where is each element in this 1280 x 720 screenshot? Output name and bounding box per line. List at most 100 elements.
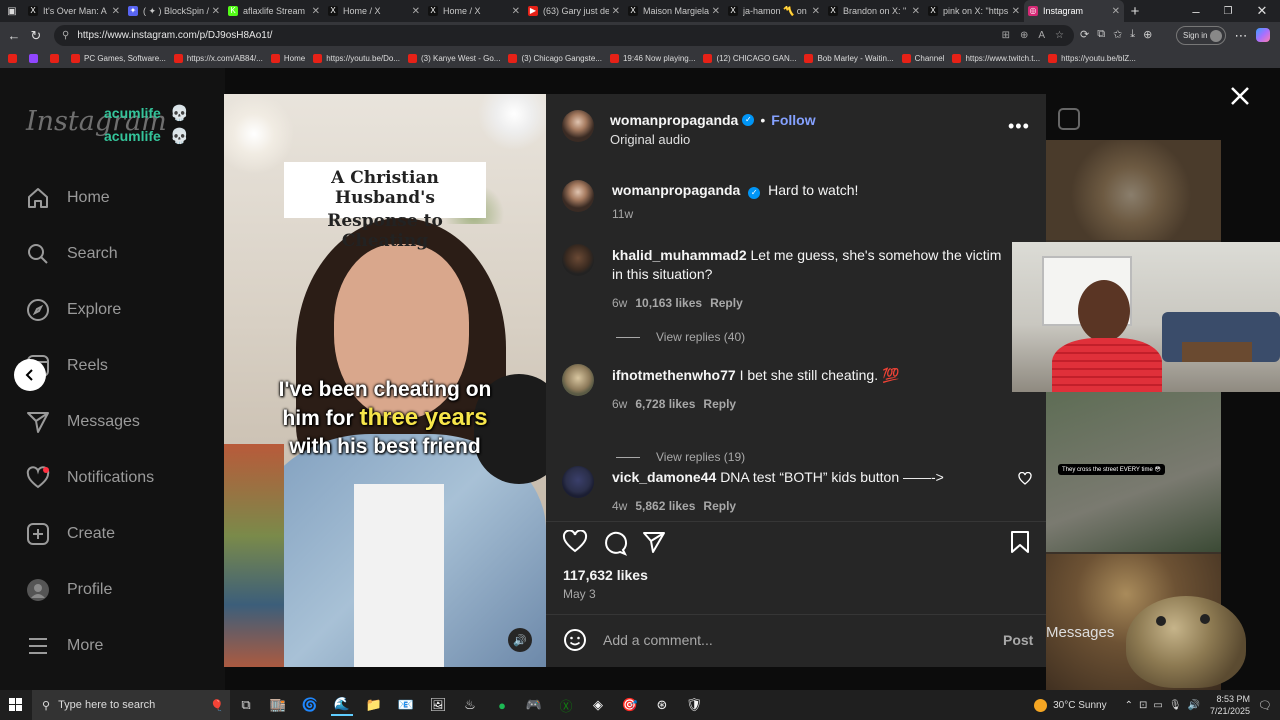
browser-tab[interactable]: X Home / X ✕ xyxy=(424,0,524,22)
comment-likes[interactable]: 5,862 likes xyxy=(635,499,695,513)
comment-likes[interactable]: 10,163 likes xyxy=(635,296,702,310)
split-screen-icon[interactable]: ⧉ xyxy=(1097,28,1105,41)
downloads-icon[interactable]: ⤓ xyxy=(1130,28,1135,41)
windows-start-icon[interactable] xyxy=(5,694,27,716)
comment-icon[interactable] xyxy=(602,530,628,561)
outlook-icon[interactable]: 📧 xyxy=(395,694,417,716)
bookmark-item[interactable]: https://www.twitch.t... xyxy=(952,54,1040,63)
post-video[interactable]: A Christian Husband's Response to Cheati… xyxy=(224,94,546,667)
site-info-icon[interactable]: ⚲ xyxy=(62,30,69,41)
author-avatar[interactable] xyxy=(562,110,594,142)
tab-close-icon[interactable]: ✕ xyxy=(912,6,920,17)
bookmark-item[interactable]: https://youtu.be/blZ... xyxy=(1048,54,1136,63)
like-icon[interactable] xyxy=(562,529,588,559)
menu-icon[interactable]: ⋯ xyxy=(1230,28,1252,44)
browser-tab[interactable]: ◎ Instagram ✕ xyxy=(1024,0,1124,22)
extensions-icon[interactable]: ⟳ xyxy=(1080,28,1089,41)
comment-like-icon[interactable] xyxy=(1018,471,1032,490)
tab-close-icon[interactable]: ✕ xyxy=(512,6,520,17)
tab-close-icon[interactable]: ✕ xyxy=(112,6,120,17)
favorites-icon[interactable]: ✩ xyxy=(1113,28,1122,41)
tray-chevron-icon[interactable]: ⌃ xyxy=(1125,700,1133,711)
steam-icon[interactable]: ♨ xyxy=(459,694,481,716)
bookmark-item[interactable]: PC Games, Software... xyxy=(71,54,166,63)
tab-close-icon[interactable]: ✕ xyxy=(412,6,420,17)
new-tab-button[interactable]: + xyxy=(1124,3,1146,20)
app-icon-3[interactable]: ⊛ xyxy=(651,694,673,716)
share-icon[interactable] xyxy=(642,530,666,559)
comment-input[interactable]: Add a comment... xyxy=(603,632,983,648)
caption-username[interactable]: womanpropaganda xyxy=(612,182,740,198)
bookmark-item[interactable]: https://youtu.be/Do... xyxy=(313,54,400,63)
bookmark-item[interactable]: Home xyxy=(270,54,305,63)
app-icon-2[interactable]: 🎯 xyxy=(619,694,641,716)
comment-username[interactable]: ifnotmethenwho77 xyxy=(612,367,736,383)
tab-close-icon[interactable]: ✕ xyxy=(612,6,620,17)
view-replies-button[interactable]: View replies (40) xyxy=(616,330,745,344)
author-username[interactable]: womanpropaganda xyxy=(610,112,738,128)
sidebar-item-notifications[interactable]: Notifications xyxy=(26,466,154,490)
comment-avatar[interactable] xyxy=(562,466,594,498)
bookmark-favicon-icon[interactable] xyxy=(29,54,42,63)
microphone-icon[interactable]: 🎙 xyxy=(1169,700,1182,711)
background-messages-label[interactable]: Messages xyxy=(1046,624,1114,641)
browser-tab[interactable]: X Brandon on X: " ✕ xyxy=(824,0,924,22)
reply-button[interactable]: Reply xyxy=(703,397,736,411)
reply-button[interactable]: Reply xyxy=(703,499,736,513)
tab-close-icon[interactable]: ✕ xyxy=(712,6,720,17)
caption-avatar[interactable] xyxy=(562,180,594,212)
volume-icon[interactable]: 🔊 xyxy=(1188,700,1200,711)
emoji-icon[interactable] xyxy=(563,628,587,657)
browser-tab[interactable]: ✦ ( ✦ ) BlockSpin / ✕ xyxy=(124,0,224,22)
maximize-icon[interactable]: ❐ xyxy=(1212,6,1244,17)
bookmark-item[interactable]: https://x.com/AB84/... xyxy=(173,54,263,63)
tray-app-icon[interactable]: ⊡ xyxy=(1139,700,1147,711)
minimize-icon[interactable]: – xyxy=(1180,4,1212,19)
like-count[interactable]: 117,632 likes xyxy=(563,567,648,583)
sidebar-item-explore[interactable]: Explore xyxy=(26,298,121,322)
comment-username[interactable]: khalid_muhammad2 xyxy=(612,247,747,263)
tab-actions-icon[interactable]: ▣ xyxy=(0,6,24,17)
spotify-icon[interactable]: ● xyxy=(491,694,513,716)
notification-center-icon[interactable]: 🗨 xyxy=(1258,699,1272,712)
store-icon[interactable]: 🏬 xyxy=(267,694,289,716)
browser-tab[interactable]: Kaflaxlife Stream ✕ xyxy=(224,0,324,22)
app-icon-4[interactable]: 🛡 xyxy=(683,694,705,716)
comment-likes[interactable]: 6,728 likes xyxy=(635,397,695,411)
taskbar-search[interactable]: ⚲ Type here to search 🎈 xyxy=(32,690,230,720)
browser-tab[interactable]: ▶ (63) Gary just de ✕ xyxy=(524,0,624,22)
app-icon-1[interactable]: ◈ xyxy=(587,694,609,716)
edge-icon[interactable]: 🌊 xyxy=(331,694,353,716)
browser-tab[interactable]: Xpink on X: "https ✕ xyxy=(924,0,1024,22)
sidebar-item-more[interactable]: More xyxy=(26,634,103,658)
discord-icon[interactable]: 🎮 xyxy=(523,694,545,716)
bookmark-icon[interactable] xyxy=(1010,530,1030,559)
bookmark-item[interactable]: (3) Chicago Gangste... xyxy=(508,54,602,63)
xbox-icon[interactable]: Ⓧ xyxy=(555,694,577,716)
follow-button[interactable]: Follow xyxy=(771,112,815,128)
sidebar-item-create[interactable]: Create xyxy=(26,522,115,546)
browser-tab[interactable]: Xja-hamon 〽️ on ✕ xyxy=(724,0,824,22)
tab-close-icon[interactable]: ✕ xyxy=(1112,6,1120,17)
tab-close-icon[interactable]: ✕ xyxy=(212,6,220,17)
tab-close-icon[interactable]: ✕ xyxy=(312,6,320,17)
bookmark-favicon-icon[interactable] xyxy=(50,54,63,63)
sidebar-item-search[interactable]: Search xyxy=(26,242,118,266)
sidebar-item-messages[interactable]: Messages xyxy=(26,410,140,434)
previous-post-button[interactable] xyxy=(14,359,46,391)
address-bar[interactable]: ⚲ https://www.instagram.com/p/DJ9osH8Ao1… xyxy=(54,25,1074,46)
system-tray[interactable]: ⌃ ⊡ ▭ 🎙 🔊 xyxy=(1125,700,1200,711)
bookmark-item[interactable]: Bob Marley - Waitin... xyxy=(804,54,894,63)
back-icon[interactable]: ← xyxy=(3,28,25,43)
window-close-icon[interactable]: ✕ xyxy=(1244,3,1280,19)
browser-tab[interactable]: X Maison Margiela ✕ xyxy=(624,0,724,22)
favorite-icon[interactable]: ☆ xyxy=(1055,30,1064,41)
close-icon[interactable] xyxy=(1226,82,1254,110)
bookmark-item[interactable]: (12) CHICAGO GAN... xyxy=(703,54,796,63)
copilot-taskbar-icon[interactable]: 🌀 xyxy=(299,694,321,716)
zoom-icon[interactable]: ⊕ xyxy=(1020,30,1028,41)
comment-username[interactable]: vick_damone44 xyxy=(612,469,716,485)
audio-label[interactable]: Original audio xyxy=(610,132,690,147)
bookmark-favicon-icon[interactable] xyxy=(8,54,21,63)
task-view-icon[interactable]: ⧉ xyxy=(235,694,257,716)
